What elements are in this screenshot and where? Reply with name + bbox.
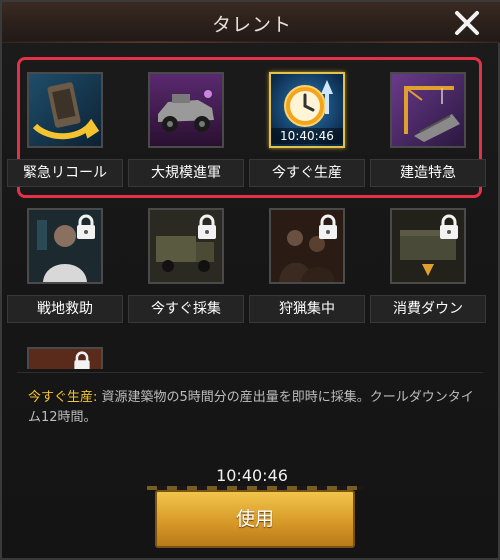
divider [17,372,483,373]
use-button[interactable]: 使用 [147,486,363,548]
talent-partial-row[interactable] [27,347,103,369]
vehicle-icon [148,72,224,148]
supply-crates-icon [390,208,466,284]
talent-label: 緊急リコール [7,159,123,187]
talent-dialog: タレント 緊急リコール 大規模進軍 10:40:46 今すぐ生産 建造特急 戦地… [0,0,500,560]
lock-icon [198,214,216,239]
lock-icon [77,214,95,239]
talent-label: 今すぐ採集 [128,295,244,323]
title-bar: タレント [2,2,500,43]
cooldown-timer-overlay: 10:40:46 [271,128,343,144]
dialog-title: タレント [211,14,292,36]
close-icon[interactable] [452,8,482,38]
talent-label: 消費ダウン [370,295,486,323]
description-separator: : [93,390,102,405]
crane-build-icon [390,72,466,148]
talent-description: 今すぐ生産: 資源建築物の5時間分の産出量を即時に採集。クールダウンタイム12時… [28,388,478,428]
hunters-icon [269,208,345,284]
talent-label: 建造特急 [370,159,486,187]
lock-icon [74,351,90,369]
lock-icon [319,214,337,239]
description-talent-name: 今すぐ生産 [28,390,94,405]
lock-icon [440,214,458,239]
recall-icon [27,72,103,148]
clock-production-icon: 10:40:46 [269,72,345,148]
cooldown-timer: 10:40:46 [216,466,288,485]
medic-icon [27,208,103,284]
talent-label: 大規模進軍 [128,159,244,187]
talent-label: 狩猟集中 [249,295,365,323]
talent-label: 今すぐ生産 [249,159,365,187]
truck-icon [148,208,224,284]
talent-label: 戦地救助 [7,295,123,323]
